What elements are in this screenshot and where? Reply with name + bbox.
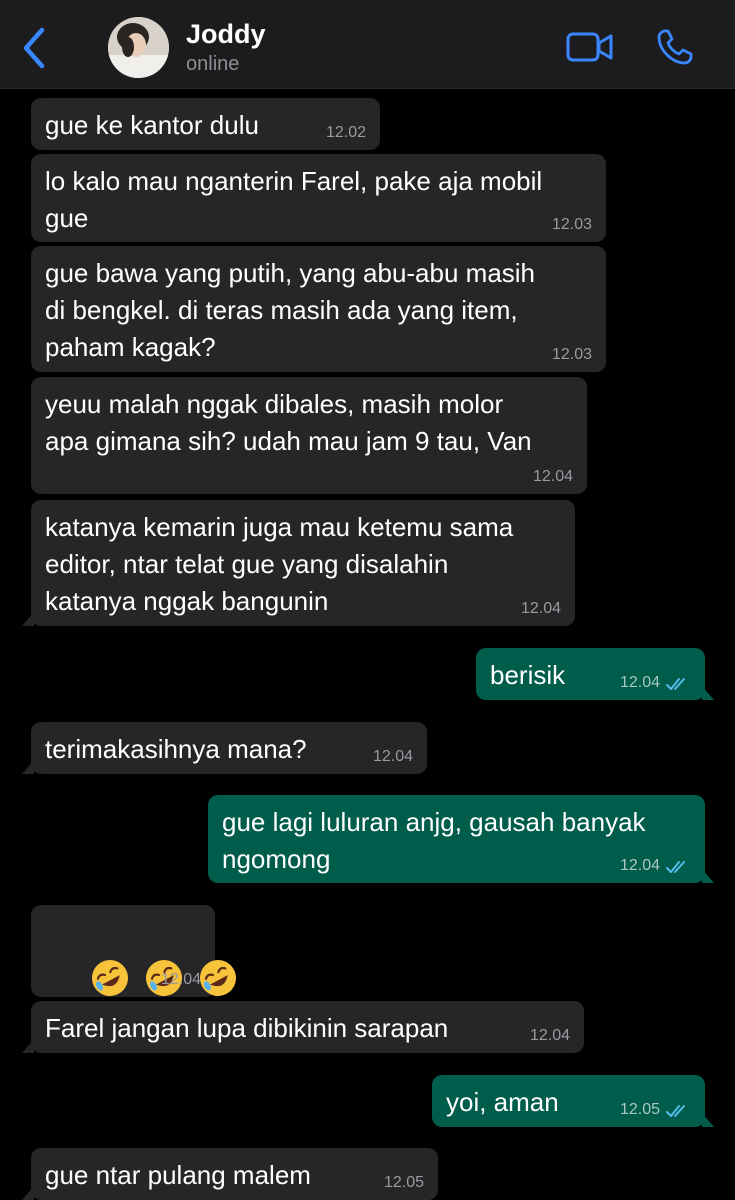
read-receipt-icon — [666, 861, 685, 873]
message-outgoing[interactable]: yoi, aman 12.05 — [432, 1075, 714, 1127]
message-incoming[interactable]: terimakasihnya mana? 12.04 — [22, 722, 427, 774]
message-incoming[interactable]: gue ntar pulang malem 12.05 — [22, 1148, 438, 1200]
message-incoming[interactable]: gue ke kantor dulu 12.02 — [31, 98, 380, 150]
contact-name[interactable]: Joddy — [186, 19, 266, 50]
contact-status: online — [186, 53, 240, 75]
message-time: 12.04 — [160, 971, 201, 988]
message-text: gue ke kantor dulu — [45, 110, 259, 140]
message-time: 12.05 — [383, 1174, 424, 1191]
message-outgoing[interactable]: berisik 12.04 — [476, 648, 714, 700]
voice-call-icon[interactable] — [656, 28, 694, 66]
message-text: Farel jangan lupa dibikinin sarapan — [45, 1013, 449, 1043]
message-time: 12.04 — [619, 674, 660, 691]
contact-avatar[interactable] — [108, 17, 169, 78]
message-text: gue lagi luluran anjg, gausah banyak ngo… — [222, 807, 646, 874]
message-text: yeuu malah nggak dibales, masih molor ap… — [45, 389, 532, 456]
message-text: terimakasihnya mana? — [45, 734, 307, 764]
bubble-tail — [22, 760, 34, 774]
bubble-tail — [22, 1039, 34, 1053]
message-time: 12.04 — [529, 1027, 570, 1044]
message-outgoing[interactable]: gue lagi luluran anjg, gausah banyak ngo… — [208, 795, 714, 883]
bubble-tail — [702, 1113, 714, 1127]
bubble-tail — [702, 686, 714, 700]
message-time: 12.04 — [520, 600, 561, 617]
message-time: 12.03 — [551, 346, 592, 363]
message-text: yoi, aman — [446, 1087, 559, 1117]
bubble-tail — [22, 612, 34, 626]
rolling-on-floor-laughing-emoji-icon — [92, 960, 129, 997]
read-receipt-icon — [666, 1105, 685, 1117]
message-text: lo kalo mau nganterin Farel, pake aja mo… — [45, 166, 543, 233]
bubble-tail — [702, 869, 714, 883]
message-incoming[interactable]: gue bawa yang putih, yang abu-abu masih … — [31, 246, 606, 372]
read-receipt-icon — [666, 678, 685, 690]
message-text: katanya kemarin juga mau ketemu sama edi… — [45, 512, 514, 616]
rolling-on-floor-laughing-emoji-icon — [200, 960, 237, 997]
message-incoming[interactable]: katanya kemarin juga mau ketemu sama edi… — [22, 500, 575, 626]
message-text: gue ntar pulang malem — [45, 1160, 311, 1190]
message-incoming[interactable]: Farel jangan lupa dibikinin sarapan 12.0… — [22, 1001, 584, 1053]
message-time: 12.03 — [551, 216, 592, 233]
back-chevron-icon[interactable] — [20, 26, 50, 70]
message-incoming[interactable]: yeuu malah nggak dibales, masih molor ap… — [31, 377, 587, 494]
bubble-tail — [22, 1186, 34, 1200]
video-call-icon[interactable] — [566, 31, 614, 63]
message-incoming[interactable]: lo kalo mau nganterin Farel, pake aja mo… — [31, 154, 606, 242]
message-time: 12.05 — [619, 1101, 660, 1118]
message-time: 12.04 — [619, 857, 660, 874]
message-time: 12.04 — [372, 748, 413, 765]
message-text: gue bawa yang putih, yang abu-abu masih … — [45, 258, 536, 362]
message-list[interactable]: gue ke kantor dulu 12.02 lo kalo mau nga… — [0, 89, 735, 1200]
message-time: 12.04 — [532, 468, 573, 485]
chat-header: Joddy online — [0, 0, 735, 89]
message-text: berisik — [490, 660, 566, 690]
message-incoming[interactable]: 12.04 — [31, 905, 237, 997]
message-time: 12.02 — [325, 124, 366, 141]
